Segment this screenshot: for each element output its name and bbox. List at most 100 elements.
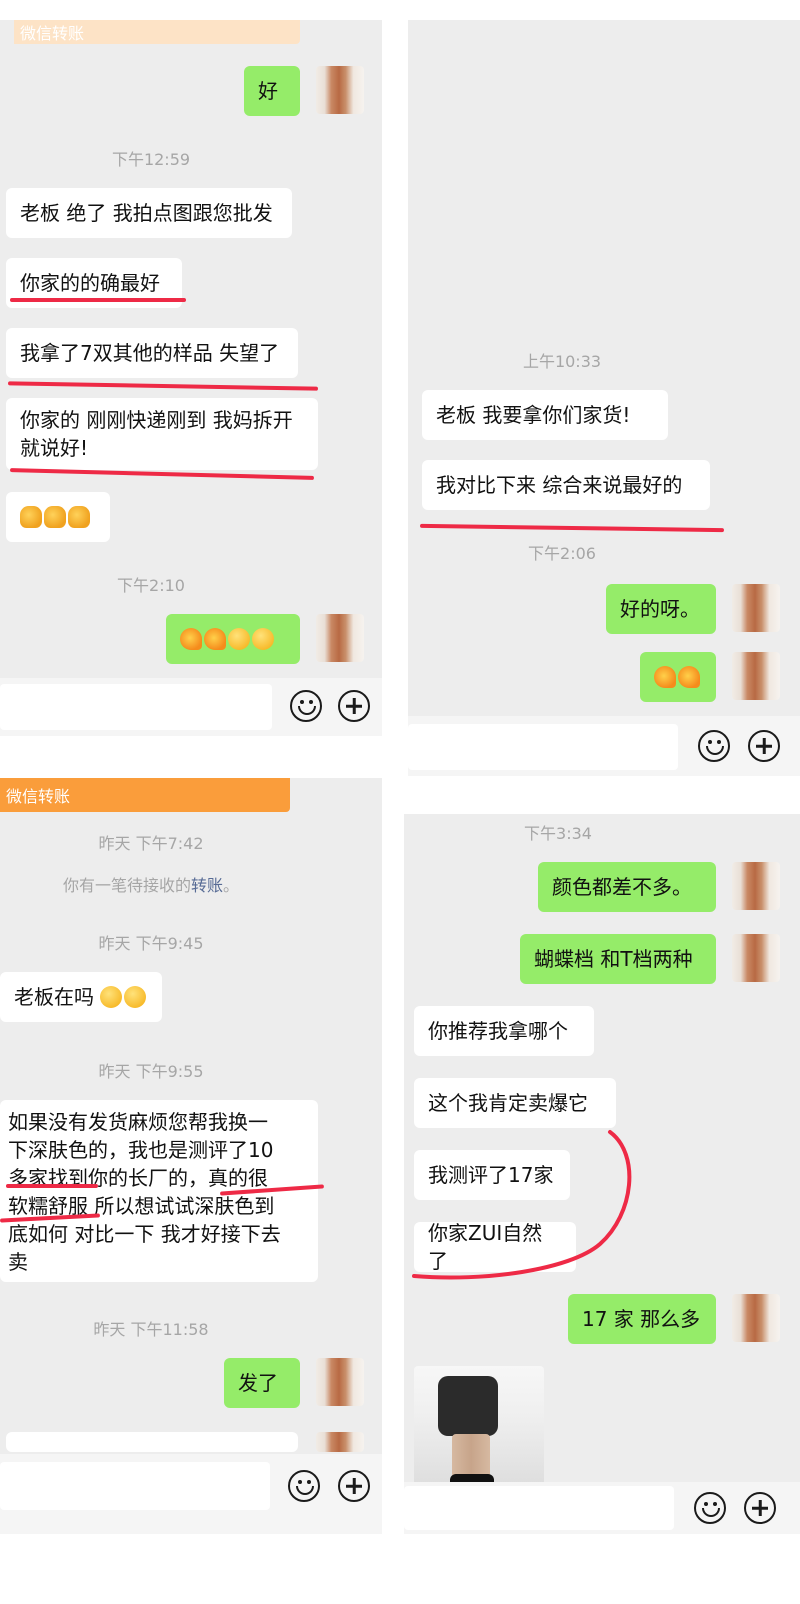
- emoji-message[interactable]: [640, 652, 716, 702]
- outgoing-message[interactable]: 17 家 那么多: [568, 1294, 716, 1344]
- my-avatar[interactable]: [732, 934, 780, 982]
- message-text-line: 卖: [8, 1250, 28, 1274]
- outgoing-message[interactable]: 颜色都差不多。: [538, 862, 716, 912]
- chat-panel-1: 微信转账 好 下午12:59 老板 绝了 我拍点图跟您批发 你家的的确最好 我拿…: [0, 20, 382, 736]
- message-text: 你家的的确最好: [20, 271, 160, 295]
- plus-icon[interactable]: [744, 1492, 776, 1524]
- outgoing-message[interactable]: 蝴蝶档 和T档两种: [520, 934, 716, 984]
- message-text: 发了: [238, 1371, 278, 1395]
- thumbs-up-icon: [44, 506, 66, 528]
- message-text: 好的呀。: [620, 597, 700, 621]
- my-avatar[interactable]: [316, 1358, 364, 1406]
- incoming-message[interactable]: 老板 我要拿你们家货!: [422, 390, 668, 440]
- incoming-message-partial[interactable]: [6, 1432, 298, 1452]
- message-text: 你推荐我拿哪个: [428, 1019, 568, 1043]
- incoming-message[interactable]: 这个我肯定卖爆它: [414, 1078, 616, 1128]
- emoji-icon[interactable]: [694, 1492, 726, 1524]
- chat-panel-3: 微信转账 昨天 下午7:42 你有一笔待接收的转账。 昨天 下午9:45 老板在…: [0, 778, 382, 1534]
- emoji-message[interactable]: [6, 492, 110, 542]
- face-emoji-icon: [100, 986, 122, 1008]
- transfer-banner[interactable]: 微信转账: [0, 778, 290, 812]
- message-text: 老板 我要拿你们家货!: [436, 403, 631, 427]
- photo-legs: [452, 1434, 490, 1478]
- input-bar: [0, 678, 382, 736]
- my-avatar[interactable]: [732, 862, 780, 910]
- emoji-icon[interactable]: [698, 730, 730, 762]
- message-text-line: 下深肤色的，我也是测评了10: [8, 1138, 274, 1162]
- my-avatar[interactable]: [732, 584, 780, 632]
- emoji-icon[interactable]: [288, 1470, 320, 1502]
- incoming-message[interactable]: 你家ZUI自然了: [414, 1221, 576, 1273]
- plus-icon[interactable]: [338, 1470, 370, 1502]
- my-avatar[interactable]: [732, 1294, 780, 1342]
- incoming-message[interactable]: 我对比下来 综合来说最好的: [422, 460, 710, 510]
- my-avatar[interactable]: [316, 614, 364, 662]
- transfer-banner-label: 微信转账: [6, 787, 71, 806]
- chat-panel-2: 上午10:33 老板 我要拿你们家货! 我对比下来 综合来说最好的 下午2:06…: [408, 20, 800, 776]
- snail-emoji-icon: [180, 628, 202, 650]
- transfer-link[interactable]: 转账: [191, 876, 223, 895]
- incoming-message[interactable]: 老板在吗: [0, 972, 162, 1022]
- outgoing-message[interactable]: 发了: [224, 1358, 300, 1408]
- message-text: 我对比下来 综合来说最好的: [436, 473, 683, 497]
- message-text: 这个我肯定卖爆它: [428, 1091, 588, 1115]
- message-input[interactable]: [404, 1486, 674, 1530]
- face-emoji-icon: [228, 628, 250, 650]
- incoming-message[interactable]: 老板 绝了 我拍点图跟您批发: [6, 188, 292, 238]
- message-text-line: 如果没有发货麻烦您帮我换一: [8, 1110, 268, 1134]
- timestamp: 下午2:10: [117, 576, 185, 595]
- incoming-message[interactable]: 你家的 刚刚快递刚到 我妈拆开 就说好!: [6, 398, 318, 470]
- photo-chair: [438, 1376, 498, 1436]
- incoming-message[interactable]: 你推荐我拿哪个: [414, 1006, 594, 1056]
- message-text-line: 就说好!: [20, 436, 89, 460]
- emoji-icon[interactable]: [290, 690, 322, 722]
- timestamp: 昨天 下午11:58: [93, 1320, 209, 1339]
- highlight-underline: [6, 1184, 98, 1188]
- my-avatar[interactable]: [732, 652, 780, 700]
- snail-emoji-icon: [204, 628, 226, 650]
- my-avatar[interactable]: [316, 1432, 364, 1452]
- system-notice-text: 。: [223, 876, 240, 895]
- message-text: 老板 绝了 我拍点图跟您批发: [20, 201, 273, 225]
- my-avatar[interactable]: [316, 66, 364, 114]
- transfer-banner-label: 微信转账: [20, 24, 85, 43]
- photo-message[interactable]: [414, 1366, 544, 1492]
- message-text: 我测评了17家: [428, 1163, 554, 1187]
- timestamp: 下午3:34: [524, 824, 592, 843]
- incoming-message[interactable]: 我拿了7双其他的样品 失望了: [6, 328, 298, 378]
- outgoing-message[interactable]: 好的呀。: [606, 584, 716, 634]
- message-text: 老板在吗: [14, 985, 94, 1009]
- face-emoji-icon: [124, 986, 146, 1008]
- highlight-underline: [419, 523, 725, 533]
- message-text: 你家ZUI自然了: [428, 1221, 543, 1273]
- input-bar: [408, 716, 800, 776]
- transfer-banner[interactable]: 微信转账: [14, 20, 300, 44]
- system-notice: 你有一笔待接收的转账。: [0, 872, 302, 896]
- timestamp: 上午10:33: [522, 352, 602, 371]
- message-text: 17 家 那么多: [582, 1307, 701, 1331]
- highlight-underline: [10, 298, 186, 302]
- incoming-message[interactable]: 我测评了17家: [414, 1150, 570, 1200]
- plus-icon[interactable]: [338, 690, 370, 722]
- message-input[interactable]: [0, 1462, 270, 1510]
- message-text: 好: [258, 79, 278, 103]
- message-text-line: 底如何 对比一下 我才好接下去: [8, 1222, 281, 1246]
- face-emoji-icon: [252, 628, 274, 650]
- input-bar: [0, 1454, 382, 1534]
- message-input[interactable]: [408, 724, 678, 770]
- plus-icon[interactable]: [748, 730, 780, 762]
- snail-emoji-icon: [678, 666, 700, 688]
- thumbs-up-icon: [20, 506, 42, 528]
- emoji-message[interactable]: [166, 614, 300, 664]
- timestamp: 昨天 下午9:55: [98, 1062, 204, 1081]
- message-text-line: 你家的 刚刚快递刚到 我妈拆开: [20, 408, 293, 432]
- outgoing-message[interactable]: 好: [244, 66, 300, 116]
- message-text: 蝴蝶档 和T档两种: [534, 947, 693, 971]
- timestamp: 下午12:59: [111, 150, 191, 169]
- timestamp: 下午2:06: [528, 544, 596, 563]
- system-notice-text: 你有一笔待接收的: [62, 876, 191, 895]
- thumbs-up-icon: [68, 506, 90, 528]
- chat-panel-4: 下午3:34 颜色都差不多。 蝴蝶档 和T档两种 你推荐我拿哪个 这个我肯定卖爆…: [404, 814, 800, 1534]
- message-input[interactable]: [0, 684, 272, 730]
- highlight-underline: [7, 381, 319, 391]
